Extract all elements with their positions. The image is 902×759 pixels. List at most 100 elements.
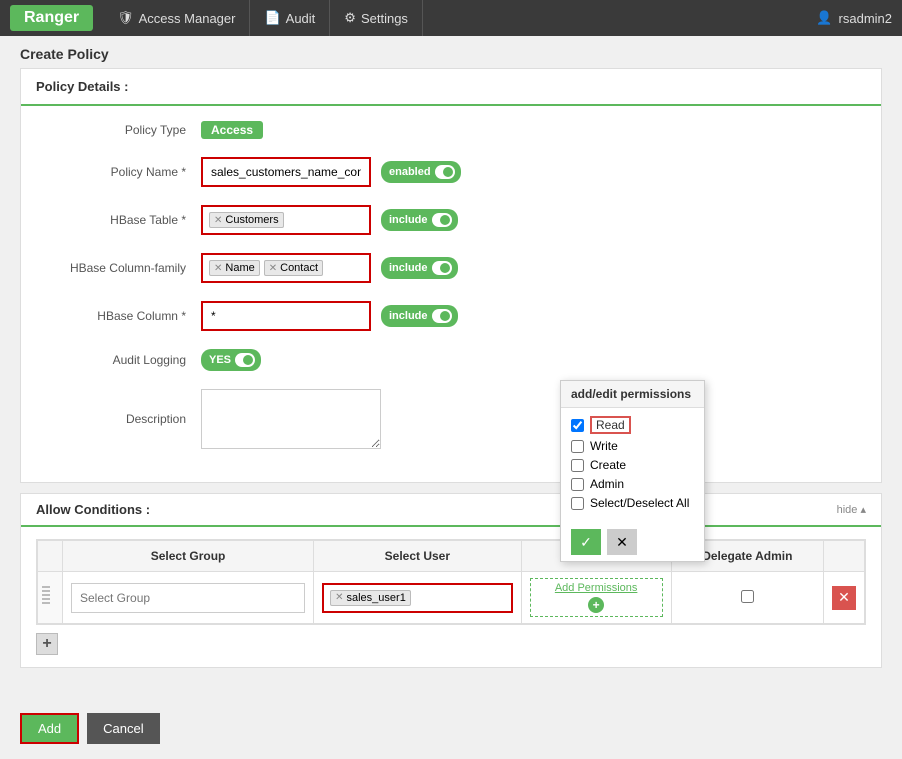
- hbase-column-input[interactable]: [201, 301, 371, 331]
- checkbox-write-label: Write: [590, 439, 618, 453]
- table-row: ✕ sales_user1 Add Permissions +: [38, 572, 865, 624]
- description-row: Description: [41, 389, 861, 449]
- popup-actions: ✓ ✕: [561, 523, 704, 561]
- select-user-input[interactable]: ✕ sales_user1: [322, 583, 512, 613]
- hbase-col-family-tag-name: ✕ Name: [209, 260, 260, 276]
- hbase-table-tag-customers: ✕ Customers: [209, 212, 284, 228]
- include-mini-toggle-col-family: [432, 261, 452, 275]
- enabled-toggle[interactable]: enabled: [381, 161, 461, 183]
- user-info: 👤 rsadmin2: [816, 10, 892, 26]
- hbase-column-row: HBase Column * include: [41, 301, 861, 331]
- conditions-table-wrapper: Select Group Select User Permissions Del…: [36, 539, 866, 625]
- policy-details-section: Policy Details : Policy Type Access Poli…: [20, 68, 882, 483]
- checkbox-read[interactable]: [571, 419, 584, 432]
- hbase-table-control: ✕ Customers include: [201, 205, 458, 235]
- cancel-button[interactable]: Cancel: [87, 713, 159, 744]
- user-cell: ✕ sales_user1: [314, 572, 521, 624]
- policy-type-control: Access: [201, 121, 263, 139]
- hbase-col-family-tag-name-remove[interactable]: ✕: [214, 263, 222, 274]
- checkbox-selectall-label: Select/Deselect All: [590, 496, 689, 510]
- hbase-column-family-control: ✕ Name ✕ Contact include: [201, 253, 458, 283]
- username: rsadmin2: [839, 11, 892, 26]
- drag-cell: [38, 572, 63, 624]
- group-cell: [63, 572, 314, 624]
- access-manager-icon: 🛡: [117, 10, 134, 26]
- add-permissions-plus-icon: +: [588, 597, 604, 613]
- hbase-column-family-input[interactable]: ✕ Name ✕ Contact: [201, 253, 371, 283]
- drag-handle-icon[interactable]: [42, 586, 50, 606]
- popup-confirm-button[interactable]: ✓: [571, 529, 601, 555]
- enabled-label: enabled: [389, 166, 431, 178]
- permissions-cell: Add Permissions +: [521, 572, 671, 624]
- policy-details-body: Policy Type Access Policy Name * enabled: [21, 106, 881, 482]
- nav-audit-label: Audit: [286, 11, 316, 26]
- include-label-col-family: include: [389, 262, 428, 274]
- hbase-table-tag-customers-remove[interactable]: ✕: [214, 215, 222, 226]
- audit-icon: 📄: [264, 10, 280, 26]
- select-user-header: Select User: [314, 541, 521, 572]
- select-group-input[interactable]: [71, 583, 305, 613]
- popup-body: Read Write Create Admin Select/Deselect …: [561, 408, 704, 523]
- checkbox-row-write: Write: [571, 439, 694, 453]
- checkbox-admin[interactable]: [571, 478, 584, 491]
- hbase-col-family-tag-contact: ✕ Contact: [264, 260, 323, 276]
- conditions-table: Select Group Select User Permissions Del…: [37, 540, 865, 624]
- nav-access-manager-label: Access Manager: [139, 11, 236, 26]
- policy-type-label: Policy Type: [41, 123, 201, 137]
- main-content: Policy Details : Policy Type Access Poli…: [0, 68, 902, 698]
- description-textarea[interactable]: [201, 389, 381, 449]
- nav-access-manager[interactable]: 🛡 Access Manager: [103, 0, 250, 36]
- allow-conditions-section: Allow Conditions : hide ▴ Select Group S…: [20, 493, 882, 668]
- hbase-table-include-toggle[interactable]: include: [381, 209, 458, 231]
- yes-label: YES: [209, 354, 231, 366]
- delegate-admin-checkbox[interactable]: [741, 590, 754, 603]
- hbase-column-label: HBase Column *: [41, 309, 201, 323]
- audit-logging-control: YES: [201, 349, 261, 371]
- checkbox-row-read: Read: [571, 416, 694, 434]
- nav-settings-label: Settings: [361, 11, 408, 26]
- policy-type-row: Policy Type Access: [41, 121, 861, 139]
- hbase-table-label: HBase Table *: [41, 213, 201, 227]
- checkbox-selectall[interactable]: [571, 497, 584, 510]
- description-control: [201, 389, 381, 449]
- yes-mini-toggle: [235, 353, 255, 367]
- add-row-button[interactable]: +: [36, 633, 58, 655]
- permissions-popup: add/edit permissions Read Write Create A…: [560, 380, 705, 562]
- hide-link[interactable]: hide ▴: [837, 503, 866, 516]
- checkbox-create[interactable]: [571, 459, 584, 472]
- allow-conditions-body: Select Group Select User Permissions Del…: [21, 527, 881, 667]
- hbase-col-family-contact-label: Contact: [280, 262, 318, 274]
- hbase-column-include-toggle[interactable]: include: [381, 305, 458, 327]
- nav-settings[interactable]: ⚙ Settings: [330, 0, 423, 36]
- hbase-column-family-include-toggle[interactable]: include: [381, 257, 458, 279]
- drag-col-header: [38, 541, 63, 572]
- user-tag-sales-user1-label: sales_user1: [347, 592, 406, 604]
- checkbox-write[interactable]: [571, 440, 584, 453]
- footer-buttons: Add Cancel: [0, 698, 902, 759]
- audit-logging-label: Audit Logging: [41, 353, 201, 367]
- hbase-col-family-tag-contact-remove[interactable]: ✕: [269, 263, 277, 274]
- checkbox-create-label: Create: [590, 458, 626, 472]
- top-navigation: Ranger 🛡 Access Manager 📄 Audit ⚙ Settin…: [0, 0, 902, 36]
- hbase-table-row: HBase Table * ✕ Customers include: [41, 205, 861, 235]
- add-permissions-button[interactable]: Add Permissions +: [530, 578, 663, 617]
- add-button[interactable]: Add: [20, 713, 79, 744]
- checkbox-row-admin: Admin: [571, 477, 694, 491]
- user-tag-sales-user1-remove[interactable]: ✕: [335, 592, 343, 603]
- nav-audit[interactable]: 📄 Audit: [250, 0, 330, 36]
- user-tag-sales-user1: ✕ sales_user1: [330, 590, 411, 606]
- brand-logo[interactable]: Ranger: [10, 5, 93, 31]
- policy-name-input[interactable]: [201, 157, 371, 187]
- add-permissions-label: Add Permissions: [555, 582, 638, 594]
- checkbox-row-create: Create: [571, 458, 694, 472]
- settings-icon: ⚙: [344, 10, 356, 26]
- policy-details-header: Policy Details :: [21, 69, 881, 106]
- popup-cancel-button[interactable]: ✕: [607, 529, 637, 555]
- delete-row-button[interactable]: ✕: [832, 586, 856, 610]
- hbase-column-family-label: HBase Column-family: [41, 261, 201, 275]
- audit-logging-toggle[interactable]: YES: [201, 349, 261, 371]
- popup-header: add/edit permissions: [561, 381, 704, 408]
- checkbox-read-label: Read: [590, 416, 631, 434]
- hbase-table-input[interactable]: ✕ Customers: [201, 205, 371, 235]
- hbase-col-family-name-label: Name: [225, 262, 254, 274]
